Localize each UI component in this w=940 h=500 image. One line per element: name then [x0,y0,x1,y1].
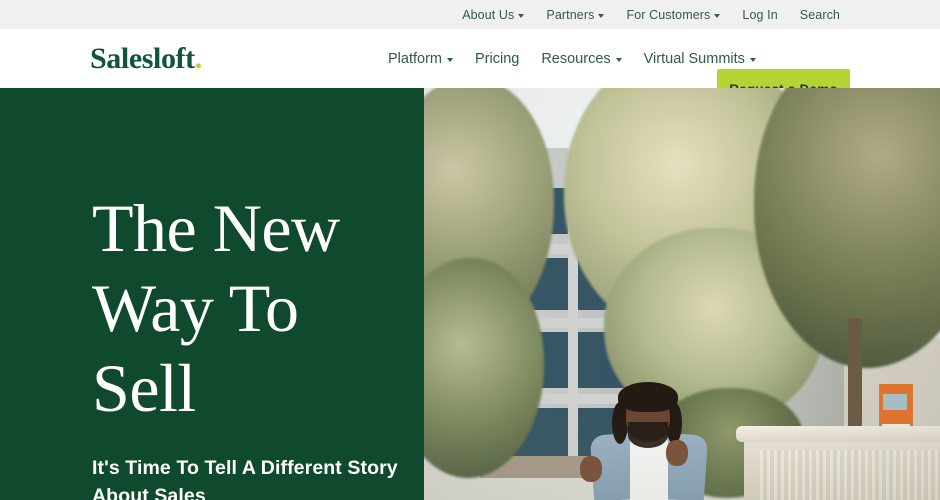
hero-headline-line-3: Sell [92,350,196,426]
nav-item-pricing[interactable]: Pricing [475,51,519,67]
nav-item-virtual-summits[interactable]: Virtual Summits [644,51,756,67]
chevron-down-icon [447,57,453,62]
hero-subheadline: It's Time To Tell A Different Story Abou… [92,454,422,500]
utility-link-label: For Customers [626,7,711,22]
hero-section: The New Way To Sell It's Time To Tell A … [0,88,940,500]
utility-link-label: About Us [462,7,515,22]
nav-item-label: Resources [541,50,611,67]
utility-link-search[interactable]: Search [800,8,840,22]
utility-link-log-in[interactable]: Log In [742,8,777,22]
utility-link-partners[interactable]: Partners [546,7,605,22]
nav-item-label: Platform [388,50,442,67]
chevron-down-icon [518,13,525,18]
hero-headline-line-2: Way To [92,270,299,346]
hero-headline-line-1: The New [92,190,340,266]
utility-link-for-customers[interactable]: For Customers [626,7,721,22]
hero-subheadline-line-2: About Sales [92,485,206,500]
chevron-down-icon [714,13,721,18]
utility-link-about-us[interactable]: About Us [462,7,525,22]
hero-headline: The New Way To Sell [92,188,422,428]
logo-wordmark: Salesloft [90,41,195,75]
image-vignette [424,88,940,500]
hero-image [424,88,940,500]
main-navigation-bar: Salesloft. Platform Pricing Resources Vi… [0,29,940,109]
nav-item-label: Pricing [475,50,520,67]
page-root: About Us Partners For Customers Log In S… [0,0,940,500]
chevron-down-icon [615,57,622,62]
nav-item-label: Virtual Summits [643,50,745,67]
salesloft-logo[interactable]: Salesloft. [90,41,203,75]
utility-link-label: Partners [546,7,595,22]
utility-bar: About Us Partners For Customers Log In S… [0,0,940,29]
utility-link-label: Search [799,7,840,22]
main-nav-list: Platform Pricing Resources Virtual Summi… [388,51,756,67]
hero-copy-block: The New Way To Sell It's Time To Tell A … [92,188,422,500]
nav-item-resources[interactable]: Resources [541,50,622,67]
hero-subheadline-line-1: It's Time To Tell A Different Story [92,457,398,479]
logo-dot: . [194,41,203,75]
utility-nav-list: About Us Partners For Customers Log In S… [462,8,840,22]
chevron-down-icon [598,13,605,18]
nav-item-platform[interactable]: Platform [388,51,453,67]
utility-link-label: Log In [742,7,778,22]
chevron-down-icon [749,57,756,62]
